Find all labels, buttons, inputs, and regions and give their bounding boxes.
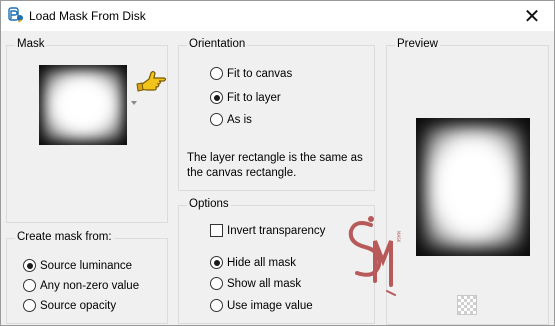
radio-button[interactable] <box>210 256 223 269</box>
radio-label: Source opacity <box>40 299 117 312</box>
radio-use-image-value[interactable]: Use image value <box>210 299 313 312</box>
mask-thumbnail[interactable] <box>39 65 127 145</box>
radio-fit-to-canvas[interactable]: Fit to canvas <box>210 67 292 80</box>
preview-group-label: Preview <box>395 38 440 50</box>
radio-show-all-mask[interactable]: Show all mask <box>210 277 301 290</box>
app-icon <box>8 7 23 23</box>
radio-button[interactable] <box>210 299 223 312</box>
radio-label: Fit to canvas <box>227 67 293 80</box>
dialog-window: Load Mask From Disk ✕ Mask Orientation F… <box>0 0 555 326</box>
transparency-checker-icon[interactable] <box>457 295 477 315</box>
radio-label: Fit to layer <box>227 91 281 104</box>
orientation-description: The layer rectangle is the same as the c… <box>187 152 363 179</box>
radio-source-opacity[interactable]: Source opacity <box>23 299 116 312</box>
radio-any-non-zero[interactable]: Any non-zero value <box>23 279 139 292</box>
radio-label: Any non-zero value <box>40 279 140 292</box>
radio-label: Source luminance <box>40 259 133 272</box>
create-mask-group-label: Create mask from: <box>15 231 114 243</box>
mask-group-label: Mask <box>15 38 47 50</box>
checkbox-label: Invert transparency <box>227 224 326 237</box>
radio-button[interactable] <box>210 91 223 104</box>
radio-as-is[interactable]: As is <box>210 113 252 126</box>
radio-hide-all-mask[interactable]: Hide all mask <box>210 256 296 269</box>
checkbox[interactable] <box>210 224 223 237</box>
radio-fit-to-layer[interactable]: Fit to layer <box>210 91 281 104</box>
svg-text:MASK: MASK <box>396 231 401 243</box>
window-title: Load Mask From Disk <box>29 9 146 23</box>
radio-button[interactable] <box>210 113 223 126</box>
close-button[interactable]: ✕ <box>510 1 554 31</box>
invert-transparency-checkbox[interactable]: Invert transparency <box>210 224 325 237</box>
radio-button[interactable] <box>23 279 36 292</box>
radio-button[interactable] <box>23 259 36 272</box>
radio-button[interactable] <box>210 67 223 80</box>
mask-dropdown-arrow-icon[interactable] <box>131 101 137 105</box>
preview-image <box>416 118 530 256</box>
pointing-hand-icon <box>136 70 167 92</box>
radio-label: Use image value <box>227 299 313 312</box>
radio-source-luminance[interactable]: Source luminance <box>23 259 132 272</box>
watermark-logo: MASK <box>348 216 401 296</box>
radio-button[interactable] <box>210 277 223 290</box>
radio-label: Hide all mask <box>227 256 297 269</box>
options-group-label: Options <box>187 198 231 210</box>
title-bar[interactable]: Load Mask From Disk ✕ <box>1 1 554 31</box>
orientation-group-label: Orientation <box>187 38 248 50</box>
radio-label: As is <box>227 113 252 126</box>
radio-label: Show all mask <box>227 277 302 290</box>
close-icon: ✕ <box>523 4 541 28</box>
radio-button[interactable] <box>23 299 36 312</box>
